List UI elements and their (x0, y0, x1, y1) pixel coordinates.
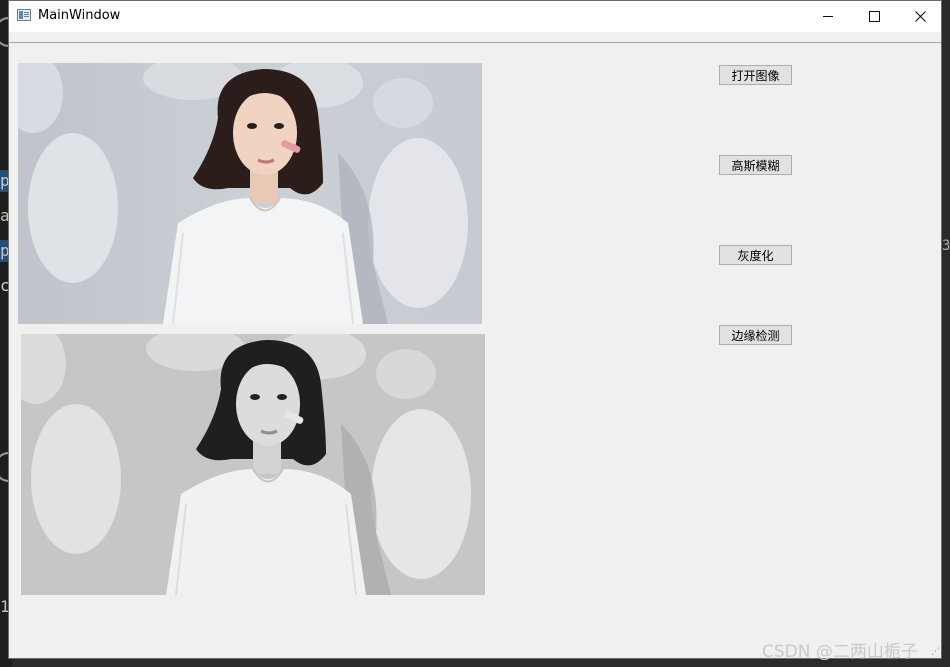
close-icon (914, 11, 926, 22)
title-bar: MainWindow (9, 1, 941, 32)
open-image-button[interactable]: 打开图像 (719, 65, 792, 85)
minimize-button[interactable] (805, 1, 851, 32)
window-title: MainWindow (38, 8, 121, 23)
main-window: MainWindow 打开图像 高斯模糊 灰度化 边缘检测 ⋰ (8, 0, 942, 659)
resize-grip-icon[interactable]: ⋰ (931, 647, 941, 657)
minimize-icon (823, 16, 833, 17)
app-window-icon (17, 9, 31, 21)
maximize-icon (868, 11, 880, 22)
grayscale-button[interactable]: 灰度化 (719, 245, 792, 265)
processed-image (21, 334, 485, 595)
watermark-text: CSDN @二两山栀子 (762, 642, 918, 662)
gaussian-blur-button[interactable]: 高斯模糊 (719, 155, 792, 175)
edge-detection-button[interactable]: 边缘检测 (719, 325, 792, 345)
menu-bar (9, 32, 941, 43)
maximize-button[interactable] (851, 1, 897, 32)
original-image (18, 63, 482, 324)
close-button[interactable] (897, 1, 943, 32)
background-code-glyph: 3 (942, 238, 950, 254)
